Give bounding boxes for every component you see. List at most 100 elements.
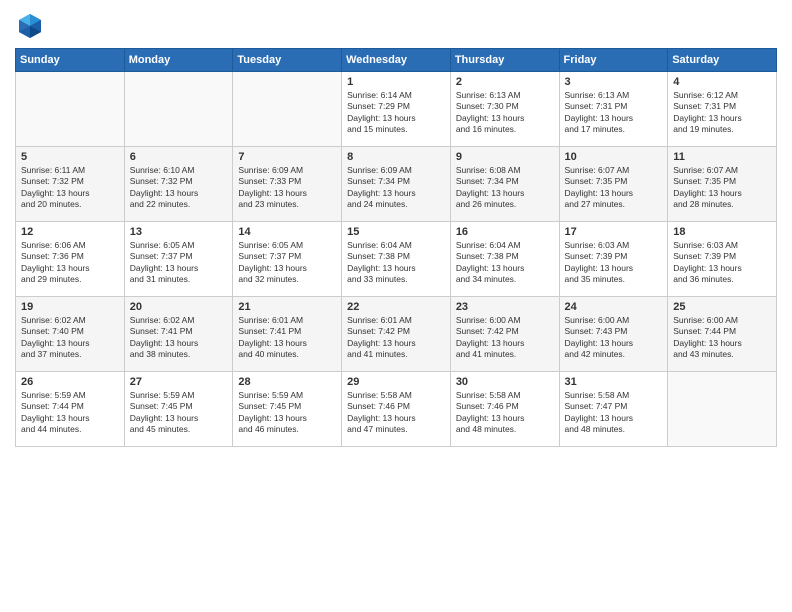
calendar-cell xyxy=(668,372,777,447)
calendar-cell xyxy=(233,72,342,147)
calendar-cell: 23 Sunrise: 6:00 AM Sunset: 7:42 PM Dayli… xyxy=(450,297,559,372)
calendar-cell: 30 Sunrise: 5:58 AM Sunset: 7:46 PM Dayli… xyxy=(450,372,559,447)
day-number: 2 xyxy=(456,76,554,88)
day-number: 16 xyxy=(456,226,554,238)
day-number: 30 xyxy=(456,376,554,388)
day-info: Sunrise: 6:07 AM Sunset: 7:35 PM Dayligh… xyxy=(565,165,663,211)
day-info: Sunrise: 6:14 AM Sunset: 7:29 PM Dayligh… xyxy=(347,90,445,136)
day-info: Sunrise: 5:58 AM Sunset: 7:46 PM Dayligh… xyxy=(347,390,445,436)
day-header-thursday: Thursday xyxy=(450,49,559,72)
day-info: Sunrise: 6:09 AM Sunset: 7:33 PM Dayligh… xyxy=(238,165,336,211)
calendar-cell xyxy=(124,72,233,147)
day-number: 8 xyxy=(347,151,445,163)
day-number: 4 xyxy=(673,76,771,88)
day-number: 18 xyxy=(673,226,771,238)
day-info: Sunrise: 6:00 AM Sunset: 7:42 PM Dayligh… xyxy=(456,315,554,361)
day-info: Sunrise: 6:02 AM Sunset: 7:40 PM Dayligh… xyxy=(21,315,119,361)
calendar-cell: 14 Sunrise: 6:05 AM Sunset: 7:37 PM Dayli… xyxy=(233,222,342,297)
day-number: 15 xyxy=(347,226,445,238)
day-info: Sunrise: 6:05 AM Sunset: 7:37 PM Dayligh… xyxy=(238,240,336,286)
calendar-cell: 18 Sunrise: 6:03 AM Sunset: 7:39 PM Dayli… xyxy=(668,222,777,297)
day-info: Sunrise: 6:13 AM Sunset: 7:30 PM Dayligh… xyxy=(456,90,554,136)
calendar-cell: 6Sunrise: 6:10 AM Sunset: 7:32 PM Daylig… xyxy=(124,147,233,222)
day-info: Sunrise: 6:03 AM Sunset: 7:39 PM Dayligh… xyxy=(673,240,771,286)
day-info: Sunrise: 6:10 AM Sunset: 7:32 PM Dayligh… xyxy=(130,165,228,211)
day-number: 12 xyxy=(21,226,119,238)
day-info: Sunrise: 6:05 AM Sunset: 7:37 PM Dayligh… xyxy=(130,240,228,286)
calendar-cell: 9Sunrise: 6:08 AM Sunset: 7:34 PM Daylig… xyxy=(450,147,559,222)
day-number: 17 xyxy=(565,226,663,238)
logo xyxy=(15,10,49,40)
day-info: Sunrise: 6:01 AM Sunset: 7:42 PM Dayligh… xyxy=(347,315,445,361)
day-number: 23 xyxy=(456,301,554,313)
day-header-friday: Friday xyxy=(559,49,668,72)
day-number: 31 xyxy=(565,376,663,388)
day-info: Sunrise: 6:11 AM Sunset: 7:32 PM Dayligh… xyxy=(21,165,119,211)
day-info: Sunrise: 5:59 AM Sunset: 7:45 PM Dayligh… xyxy=(238,390,336,436)
calendar-cell: 24 Sunrise: 6:00 AM Sunset: 7:43 PM Dayli… xyxy=(559,297,668,372)
day-info: Sunrise: 6:01 AM Sunset: 7:41 PM Dayligh… xyxy=(238,315,336,361)
calendar-cell: 21 Sunrise: 6:01 AM Sunset: 7:41 PM Dayli… xyxy=(233,297,342,372)
day-number: 3 xyxy=(565,76,663,88)
calendar-cell: 31 Sunrise: 5:58 AM Sunset: 7:47 PM Dayli… xyxy=(559,372,668,447)
calendar-cell: 13 Sunrise: 6:05 AM Sunset: 7:37 PM Dayli… xyxy=(124,222,233,297)
day-number: 19 xyxy=(21,301,119,313)
calendar-cell: 10 Sunrise: 6:07 AM Sunset: 7:35 PM Dayli… xyxy=(559,147,668,222)
day-info: Sunrise: 6:08 AM Sunset: 7:34 PM Dayligh… xyxy=(456,165,554,211)
day-info: Sunrise: 6:06 AM Sunset: 7:36 PM Dayligh… xyxy=(21,240,119,286)
day-header-wednesday: Wednesday xyxy=(342,49,451,72)
day-info: Sunrise: 6:02 AM Sunset: 7:41 PM Dayligh… xyxy=(130,315,228,361)
calendar-cell: 12 Sunrise: 6:06 AM Sunset: 7:36 PM Dayli… xyxy=(16,222,125,297)
week-row-1: 5 Sunrise: 6:11 AM Sunset: 7:32 PM Daylig… xyxy=(16,147,777,222)
day-header-saturday: Saturday xyxy=(668,49,777,72)
calendar-cell: 8Sunrise: 6:09 AM Sunset: 7:34 PM Daylig… xyxy=(342,147,451,222)
week-row-0: 1 Sunrise: 6:14 AM Sunset: 7:29 PM Daylig… xyxy=(16,72,777,147)
calendar-cell: 7 Sunrise: 6:09 AM Sunset: 7:33 PM Daylig… xyxy=(233,147,342,222)
calendar-cell: 16 Sunrise: 6:04 AM Sunset: 7:38 PM Dayli… xyxy=(450,222,559,297)
day-info: Sunrise: 6:12 AM Sunset: 7:31 PM Dayligh… xyxy=(673,90,771,136)
day-number: 10 xyxy=(565,151,663,163)
calendar-cell: 4 Sunrise: 6:12 AM Sunset: 7:31 PM Daylig… xyxy=(668,72,777,147)
calendar-cell: 15 Sunrise: 6:04 AM Sunset: 7:38 PM Dayli… xyxy=(342,222,451,297)
week-row-4: 26 Sunrise: 5:59 AM Sunset: 7:44 PM Dayli… xyxy=(16,372,777,447)
day-info: Sunrise: 6:04 AM Sunset: 7:38 PM Dayligh… xyxy=(456,240,554,286)
day-info: Sunrise: 5:58 AM Sunset: 7:46 PM Dayligh… xyxy=(456,390,554,436)
day-header-tuesday: Tuesday xyxy=(233,49,342,72)
calendar-cell: 20 Sunrise: 6:02 AM Sunset: 7:41 PM Dayli… xyxy=(124,297,233,372)
day-info: Sunrise: 5:58 AM Sunset: 7:47 PM Dayligh… xyxy=(565,390,663,436)
page: SundayMondayTuesdayWednesdayThursdayFrid… xyxy=(0,0,792,612)
day-info: Sunrise: 5:59 AM Sunset: 7:44 PM Dayligh… xyxy=(21,390,119,436)
week-row-2: 12 Sunrise: 6:06 AM Sunset: 7:36 PM Dayli… xyxy=(16,222,777,297)
day-info: Sunrise: 6:07 AM Sunset: 7:35 PM Dayligh… xyxy=(673,165,771,211)
calendar-cell: 17 Sunrise: 6:03 AM Sunset: 7:39 PM Dayli… xyxy=(559,222,668,297)
calendar-header-row: SundayMondayTuesdayWednesdayThursdayFrid… xyxy=(16,49,777,72)
calendar-cell: 27 Sunrise: 5:59 AM Sunset: 7:45 PM Dayli… xyxy=(124,372,233,447)
day-number: 26 xyxy=(21,376,119,388)
day-number: 5 xyxy=(21,151,119,163)
calendar-cell: 28 Sunrise: 5:59 AM Sunset: 7:45 PM Dayli… xyxy=(233,372,342,447)
day-info: Sunrise: 5:59 AM Sunset: 7:45 PM Dayligh… xyxy=(130,390,228,436)
calendar: SundayMondayTuesdayWednesdayThursdayFrid… xyxy=(15,48,777,447)
day-info: Sunrise: 6:00 AM Sunset: 7:44 PM Dayligh… xyxy=(673,315,771,361)
day-number: 7 xyxy=(238,151,336,163)
calendar-cell: 25Sunrise: 6:00 AM Sunset: 7:44 PM Dayli… xyxy=(668,297,777,372)
day-info: Sunrise: 6:03 AM Sunset: 7:39 PM Dayligh… xyxy=(565,240,663,286)
calendar-cell: 3Sunrise: 6:13 AM Sunset: 7:31 PM Daylig… xyxy=(559,72,668,147)
day-number: 1 xyxy=(347,76,445,88)
day-number: 13 xyxy=(130,226,228,238)
calendar-cell: 2 Sunrise: 6:13 AM Sunset: 7:30 PM Daylig… xyxy=(450,72,559,147)
day-number: 21 xyxy=(238,301,336,313)
header xyxy=(15,10,777,40)
day-info: Sunrise: 6:04 AM Sunset: 7:38 PM Dayligh… xyxy=(347,240,445,286)
day-info: Sunrise: 6:00 AM Sunset: 7:43 PM Dayligh… xyxy=(565,315,663,361)
day-number: 22 xyxy=(347,301,445,313)
day-number: 28 xyxy=(238,376,336,388)
week-row-3: 19 Sunrise: 6:02 AM Sunset: 7:40 PM Dayli… xyxy=(16,297,777,372)
calendar-cell: 11Sunrise: 6:07 AM Sunset: 7:35 PM Dayli… xyxy=(668,147,777,222)
day-number: 29 xyxy=(347,376,445,388)
day-number: 27 xyxy=(130,376,228,388)
calendar-cell: 22 Sunrise: 6:01 AM Sunset: 7:42 PM Dayli… xyxy=(342,297,451,372)
day-number: 24 xyxy=(565,301,663,313)
day-number: 20 xyxy=(130,301,228,313)
day-number: 14 xyxy=(238,226,336,238)
